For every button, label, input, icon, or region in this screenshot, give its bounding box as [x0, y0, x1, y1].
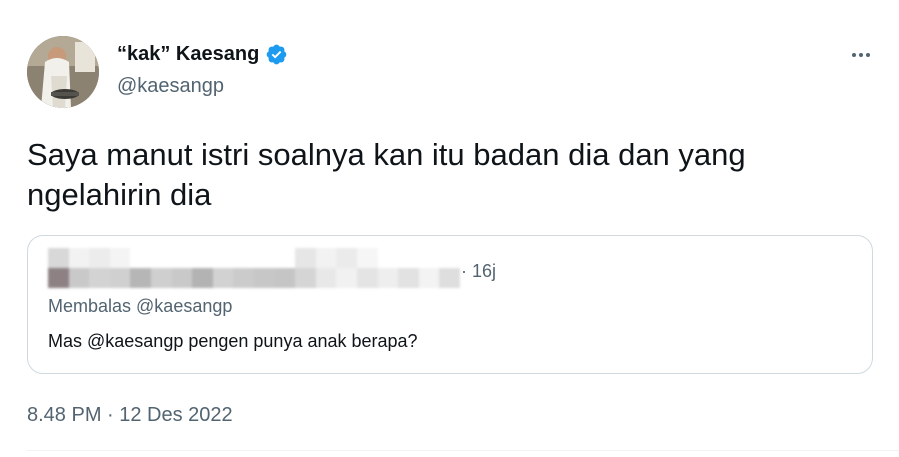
- quoted-reply-to: Membalas @kaesangp: [48, 296, 233, 316]
- divider: [27, 450, 899, 451]
- author-handle[interactable]: @kaesangp: [117, 75, 224, 98]
- quoted-tweet-card[interactable]: · 16j Membalas @kaesangp Mas @kaesangp p…: [27, 235, 873, 374]
- more-horizontal-icon-dot: [859, 53, 863, 57]
- quoted-tweet-time[interactable]: · 16j: [461, 261, 496, 282]
- more-options-button[interactable]: [846, 45, 876, 65]
- avatar-photo: [27, 36, 99, 108]
- more-horizontal-icon-dot: [866, 53, 870, 57]
- verified-badge-icon: [266, 44, 287, 65]
- quoted-tweet-text: Mas @kaesangp pengen punya anak berapa?: [48, 331, 418, 351]
- author-name-row[interactable]: “kak” Kaesang: [117, 43, 288, 66]
- tweet-text: Saya manut istri soalnya kan itu badan d…: [27, 137, 746, 212]
- tweet-timestamp[interactable]: 8.48 PM · 12 Des 2022: [27, 404, 233, 427]
- more-horizontal-icon: [852, 53, 856, 57]
- author-display-name[interactable]: “kak” Kaesang: [117, 43, 259, 66]
- redacted-author-info: [48, 248, 460, 288]
- avatar[interactable]: [27, 36, 99, 108]
